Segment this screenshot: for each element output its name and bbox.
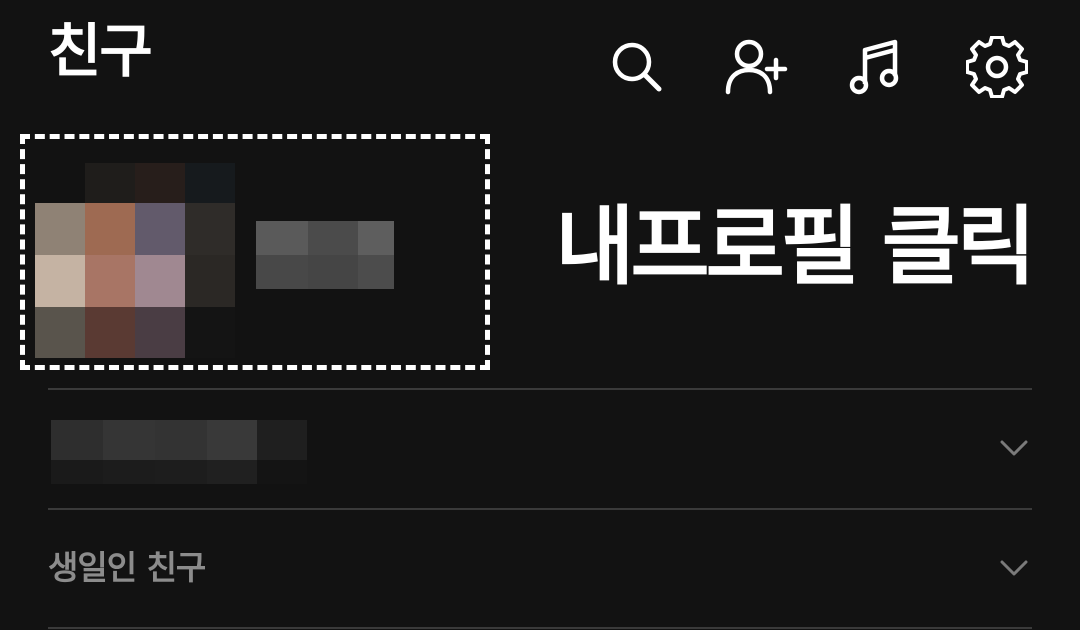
divider bbox=[48, 627, 1032, 629]
chevron-down-icon[interactable] bbox=[996, 430, 1032, 466]
page-title: 친구 bbox=[48, 17, 153, 85]
settings-button[interactable] bbox=[962, 32, 1032, 102]
search-button[interactable] bbox=[602, 32, 672, 102]
section-row-birthday-friends[interactable]: 생일인 친구 bbox=[48, 510, 1032, 628]
section-row-redacted[interactable] bbox=[48, 390, 1032, 508]
section-label-birthday-friends: 생일인 친구 bbox=[48, 548, 206, 587]
chevron-down-icon[interactable] bbox=[996, 550, 1032, 586]
redacted-section-label bbox=[51, 420, 307, 484]
settings-icon bbox=[966, 36, 1028, 98]
header-toolbar bbox=[600, 32, 1040, 102]
add-friend-button[interactable] bbox=[722, 32, 792, 102]
callout-label: 내프로필 클릭 bbox=[555, 197, 1036, 297]
music-icon bbox=[849, 39, 899, 95]
add-friend-icon bbox=[725, 39, 788, 95]
avatar[interactable] bbox=[35, 163, 235, 358]
music-button[interactable] bbox=[842, 32, 912, 102]
profile-name[interactable] bbox=[256, 221, 394, 289]
search-icon bbox=[612, 42, 662, 92]
